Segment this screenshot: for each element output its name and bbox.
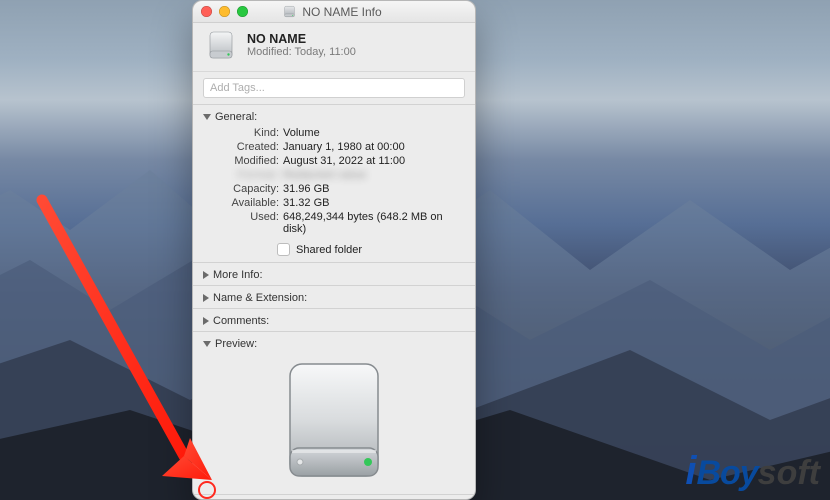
window-title: NO NAME Info [302, 5, 381, 19]
disclosure-name-extension[interactable]: Name & Extension: [193, 286, 475, 308]
label-used: Used: [203, 211, 279, 235]
disclosure-more-info[interactable]: More Info: [193, 263, 475, 285]
value-created: January 1, 1980 at 00:00 [283, 141, 457, 153]
get-info-window: NO NAME Info NO NAME Modified: Today, 11… [192, 0, 476, 500]
label-modified: Modified: [203, 155, 279, 167]
chevron-down-icon [203, 341, 211, 347]
header: NO NAME Modified: Today, 11:00 [193, 23, 475, 72]
volume-modified: Modified: Today, 11:00 [247, 46, 356, 58]
disclosure-sharing-permissions[interactable]: Sharing & Permissions: [193, 495, 475, 500]
value-available: 31.32 GB [283, 197, 457, 209]
value-used: 648,249,344 bytes (648.2 MB on disk) [283, 211, 457, 235]
tags-field[interactable] [203, 78, 465, 98]
close-icon[interactable] [201, 6, 212, 17]
volume-name: NO NAME [247, 32, 356, 46]
chevron-right-icon [203, 294, 209, 302]
minimize-icon[interactable] [219, 6, 230, 17]
preview-image [193, 354, 475, 494]
tags-input[interactable] [210, 82, 458, 94]
volume-icon-small [283, 5, 296, 18]
general-info: Kind: Volume Created: January 1, 1980 at… [193, 127, 475, 235]
label-kind: Kind: [203, 127, 279, 139]
zoom-icon[interactable] [237, 6, 248, 17]
label-created: Created: [203, 141, 279, 153]
value-redacted: Redacted value [283, 169, 457, 181]
volume-icon-large [270, 356, 398, 484]
shared-folder-checkbox[interactable] [277, 243, 290, 256]
chevron-right-icon [203, 317, 209, 325]
disclosure-general[interactable]: General: [193, 105, 475, 127]
label-available: Available: [203, 197, 279, 209]
value-kind: Volume [283, 127, 457, 139]
chevron-right-icon [203, 271, 209, 279]
value-modified: August 31, 2022 at 11:00 [283, 155, 457, 167]
value-capacity: 31.96 GB [283, 183, 457, 195]
titlebar[interactable]: NO NAME Info [193, 1, 475, 23]
chevron-down-icon [203, 114, 211, 120]
disclosure-comments[interactable]: Comments: [193, 309, 475, 331]
disclosure-preview[interactable]: Preview: [193, 332, 475, 354]
label-capacity: Capacity: [203, 183, 279, 195]
watermark-logo: iBoysoft [685, 449, 820, 494]
shared-folder-label: Shared folder [296, 244, 362, 256]
label-redacted: Format: [203, 169, 279, 181]
volume-icon [205, 29, 237, 61]
